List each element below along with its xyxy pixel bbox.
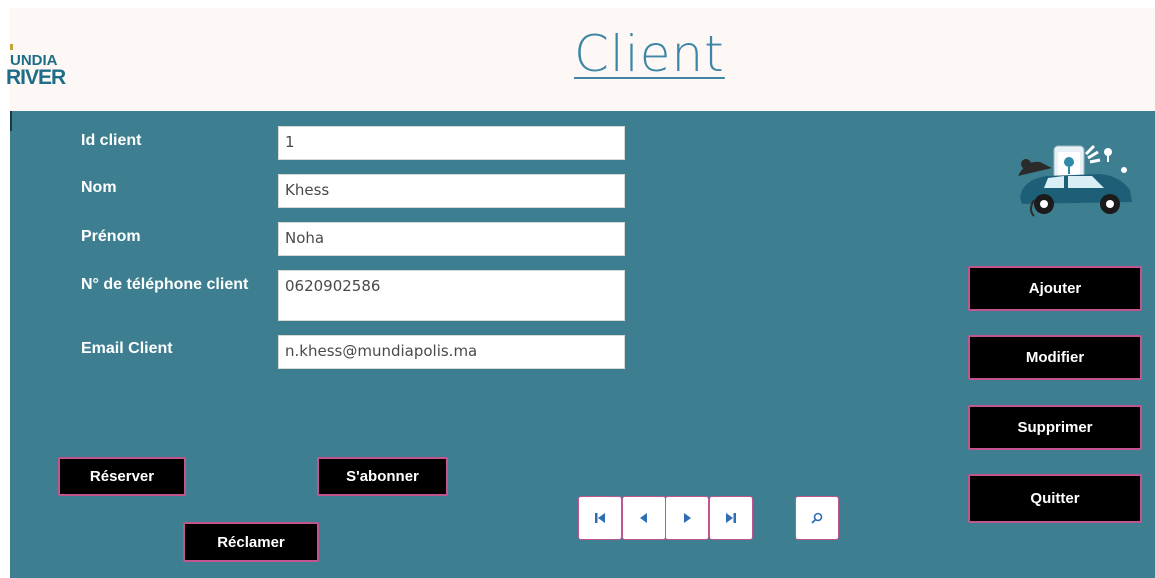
- nom-field[interactable]: Khess: [278, 174, 625, 208]
- brand-logo: UNDIA RIVER: [6, 44, 80, 89]
- ajouter-button[interactable]: Ajouter: [968, 266, 1142, 311]
- first-record-icon: [595, 513, 605, 523]
- header: UNDIA RIVER Client: [6, 8, 1155, 111]
- logo-text-bottom: RIVER: [6, 66, 66, 89]
- panel-edge: [10, 111, 12, 131]
- telephone-field[interactable]: 0620902586: [278, 270, 625, 321]
- first-record-button[interactable]: [578, 496, 622, 540]
- page-title: Client: [574, 25, 725, 83]
- id-client-field[interactable]: 1: [278, 126, 625, 160]
- search-record-button[interactable]: [795, 496, 839, 540]
- search-icon: [811, 512, 823, 524]
- nom-label: Nom: [81, 179, 117, 196]
- reserver-button[interactable]: Réserver: [58, 457, 186, 496]
- email-field[interactable]: n.khess@mundiapolis.ma: [278, 335, 625, 369]
- car-charging-illustration: [1018, 144, 1132, 217]
- last-record-icon: [726, 513, 736, 523]
- email-label: Email Client: [81, 340, 173, 357]
- supprimer-button[interactable]: Supprimer: [968, 405, 1142, 450]
- sabonner-button[interactable]: S'abonner: [317, 457, 448, 496]
- reclamer-button[interactable]: Réclamer: [183, 522, 319, 562]
- next-record-button[interactable]: [665, 496, 709, 540]
- previous-record-icon: [640, 513, 647, 523]
- next-record-icon: [684, 513, 691, 523]
- modifier-button[interactable]: Modifier: [968, 335, 1142, 380]
- last-record-button[interactable]: [709, 496, 753, 540]
- logo-accent: [10, 44, 13, 50]
- quitter-button[interactable]: Quitter: [968, 474, 1142, 523]
- id-client-label: Id client: [81, 132, 142, 149]
- prenom-label: Prénom: [81, 228, 141, 245]
- prenom-field[interactable]: Noha: [278, 222, 625, 256]
- previous-record-button[interactable]: [622, 496, 666, 540]
- telephone-label: N° de téléphone client: [81, 276, 249, 293]
